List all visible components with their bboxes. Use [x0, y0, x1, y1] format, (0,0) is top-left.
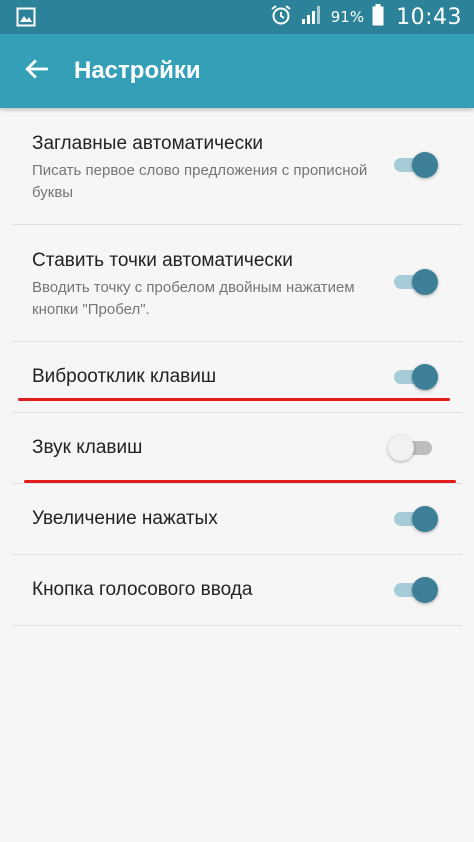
app-bar: Настройки: [0, 34, 474, 108]
setting-key-magnify[interactable]: Увеличение нажатых: [0, 484, 474, 555]
auto-punctuation-toggle[interactable]: [388, 267, 438, 297]
battery-percent: 91%: [330, 8, 365, 26]
switch-thumb: [412, 506, 438, 532]
red-underline-annotation: [18, 398, 450, 401]
setting-auto-capitalization[interactable]: Заглавные автоматически Писать первое сл…: [0, 108, 474, 225]
setting-title: Заглавные автоматически: [32, 133, 264, 154]
switch-thumb: [388, 435, 414, 461]
voice-input-key-toggle[interactable]: [388, 575, 438, 605]
setting-summary: Вводить точку с пробелом двойным нажатие…: [32, 279, 355, 318]
status-time: 10:43: [396, 4, 462, 30]
battery-icon: [372, 3, 384, 31]
key-sound-toggle[interactable]: [388, 433, 438, 463]
setting-title: Виброотклик клавиш: [32, 366, 217, 387]
setting-title: Ставить точки автоматически: [32, 250, 293, 271]
switch-thumb: [412, 364, 438, 390]
page-title: Настройки: [74, 57, 201, 84]
setting-key-vibration[interactable]: Виброотклик клавиш: [0, 342, 474, 413]
arrow-left-icon: [24, 56, 50, 87]
setting-summary: Писать первое слово предложения с пропис…: [32, 162, 368, 201]
setting-title: Кнопка голосового ввода: [32, 579, 253, 600]
gallery-icon: [16, 7, 36, 27]
setting-voice-input-key[interactable]: Кнопка голосового ввода: [0, 555, 474, 626]
setting-key-sound[interactable]: Звук клавиш: [0, 413, 474, 484]
key-vibration-toggle[interactable]: [388, 362, 438, 392]
settings-list: Заглавные автоматически Писать первое сл…: [0, 108, 474, 626]
red-underline-annotation: [24, 480, 456, 483]
setting-auto-punctuation[interactable]: Ставить точки автоматически Вводить точк…: [0, 225, 474, 342]
divider: [12, 625, 462, 626]
switch-thumb: [412, 269, 438, 295]
signal-icon: [301, 5, 323, 30]
setting-title: Звук клавиш: [32, 437, 143, 458]
switch-thumb: [412, 577, 438, 603]
status-bar: 91% 10:43: [0, 0, 474, 34]
auto-capitalization-toggle[interactable]: [388, 150, 438, 180]
switch-thumb: [412, 152, 438, 178]
back-button[interactable]: [0, 34, 74, 108]
alarm-icon: [269, 3, 293, 32]
key-magnify-toggle[interactable]: [388, 504, 438, 534]
setting-title: Увеличение нажатых: [32, 508, 218, 529]
